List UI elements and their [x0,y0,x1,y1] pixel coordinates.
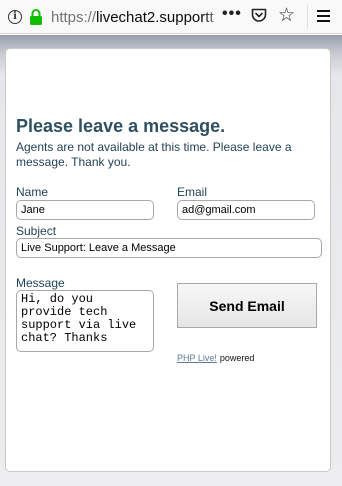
email-field[interactable]: ad@gmail.com [177,200,315,220]
url-host: livechat2.support [96,8,210,26]
message-textarea[interactable]: Hi, do you provide tech support via live… [16,290,154,352]
url-scheme: https:// [51,8,97,26]
browser-toolbar: i https://livechat2.supportt ••• ☆ [0,0,342,34]
subject-field[interactable]: Live Support: Leave a Message [16,238,322,258]
powered-by: PHP Live! powered [177,353,254,363]
bookmark-star-icon[interactable]: ☆ [278,4,295,27]
page-subtitle: Agents are not available at this time. P… [16,140,292,169]
more-actions-icon[interactable]: ••• [222,5,242,23]
toolbar-divider [307,5,308,29]
page-title: Please leave a message. [16,116,226,136]
pocket-icon[interactable] [251,8,267,28]
name-field[interactable]: Jane [16,200,154,220]
name-label: Name [16,185,49,199]
message-form-card: Please leave a message. Agents are not a… [5,48,331,472]
url-text[interactable]: https://livechat2.supportt [51,8,227,26]
hamburger-menu-icon[interactable] [317,10,330,25]
powered-text: powered [219,353,255,363]
info-icon[interactable]: i [8,10,22,24]
lock-icon[interactable] [29,9,43,25]
message-label: Message [16,276,65,290]
email-label: Email [177,185,208,199]
php-live-link[interactable]: PHP Live! [177,353,217,363]
subject-label: Subject [16,224,57,238]
send-email-button[interactable]: Send Email [177,283,317,328]
